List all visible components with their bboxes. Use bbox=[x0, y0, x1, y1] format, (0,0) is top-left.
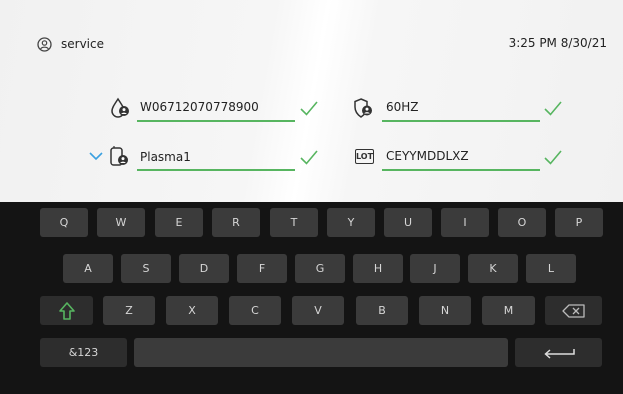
check-icon bbox=[544, 101, 562, 116]
key-g[interactable]: G bbox=[295, 254, 345, 283]
enter-icon bbox=[543, 348, 575, 359]
key-n[interactable]: N bbox=[419, 296, 471, 325]
user-name: service bbox=[61, 37, 104, 51]
key-y[interactable]: Y bbox=[327, 208, 375, 237]
screen: service 3:25 PM 8/30/21 W06712070778900 bbox=[0, 0, 623, 394]
shift-key[interactable] bbox=[40, 296, 93, 325]
key-p[interactable]: P bbox=[555, 208, 603, 237]
user-icon bbox=[37, 36, 52, 52]
lot-underline bbox=[382, 169, 540, 171]
key-q[interactable]: Q bbox=[40, 208, 88, 237]
shield-id-icon bbox=[354, 98, 372, 118]
key-k[interactable]: K bbox=[468, 254, 518, 283]
key-r[interactable]: R bbox=[212, 208, 260, 237]
product-value: Plasma1 bbox=[140, 150, 191, 164]
frequency-field[interactable]: 60HZ bbox=[352, 97, 570, 123]
key-b[interactable]: B bbox=[356, 296, 408, 325]
key-d[interactable]: D bbox=[179, 254, 229, 283]
shift-icon bbox=[58, 301, 75, 320]
lot-field[interactable]: LOT CEYYMDDLXZ bbox=[352, 146, 570, 172]
numbers-key[interactable]: &123 bbox=[40, 338, 127, 367]
datetime: 3:25 PM 8/30/21 bbox=[508, 36, 607, 50]
lot-value: CEYYMDDLXZ bbox=[386, 149, 469, 163]
key-f[interactable]: F bbox=[237, 254, 287, 283]
key-i[interactable]: I bbox=[441, 208, 489, 237]
product-underline bbox=[137, 169, 295, 171]
lot-icon: LOT bbox=[355, 149, 374, 164]
key-u[interactable]: U bbox=[384, 208, 432, 237]
key-x[interactable]: X bbox=[166, 296, 218, 325]
key-a[interactable]: A bbox=[63, 254, 113, 283]
frequency-value: 60HZ bbox=[386, 100, 419, 114]
space-key[interactable] bbox=[134, 338, 508, 367]
chevron-down-icon[interactable] bbox=[88, 151, 104, 161]
enter-key[interactable] bbox=[515, 338, 602, 367]
product-field[interactable]: Plasma1 bbox=[88, 146, 327, 172]
user-info[interactable]: service bbox=[37, 35, 104, 53]
key-h[interactable]: H bbox=[353, 254, 403, 283]
din-underline bbox=[137, 120, 295, 122]
data-entry-panel: service 3:25 PM 8/30/21 W06712070778900 bbox=[0, 0, 623, 202]
key-o[interactable]: O bbox=[498, 208, 546, 237]
backspace-icon bbox=[561, 303, 585, 318]
din-value: W06712070778900 bbox=[140, 100, 259, 114]
key-j[interactable]: J bbox=[410, 254, 460, 283]
key-t[interactable]: T bbox=[270, 208, 318, 237]
din-field[interactable]: W06712070778900 bbox=[109, 97, 327, 123]
frequency-underline bbox=[382, 120, 540, 122]
check-icon bbox=[300, 101, 318, 116]
bag-id-icon bbox=[110, 146, 128, 166]
key-e[interactable]: E bbox=[155, 208, 203, 237]
key-m[interactable]: M bbox=[482, 296, 535, 325]
key-s[interactable]: S bbox=[121, 254, 171, 283]
backspace-key[interactable] bbox=[545, 296, 602, 325]
key-z[interactable]: Z bbox=[103, 296, 155, 325]
key-l[interactable]: L bbox=[526, 254, 576, 283]
on-screen-keyboard: Q W E R T Y U I O P A S D F G H J K L Z … bbox=[0, 202, 623, 394]
key-v[interactable]: V bbox=[292, 296, 344, 325]
check-icon bbox=[544, 150, 562, 165]
check-icon bbox=[300, 150, 318, 165]
key-c[interactable]: C bbox=[229, 296, 281, 325]
key-w[interactable]: W bbox=[97, 208, 145, 237]
drop-id-icon bbox=[111, 97, 129, 118]
lot-icon-label: LOT bbox=[355, 152, 374, 161]
